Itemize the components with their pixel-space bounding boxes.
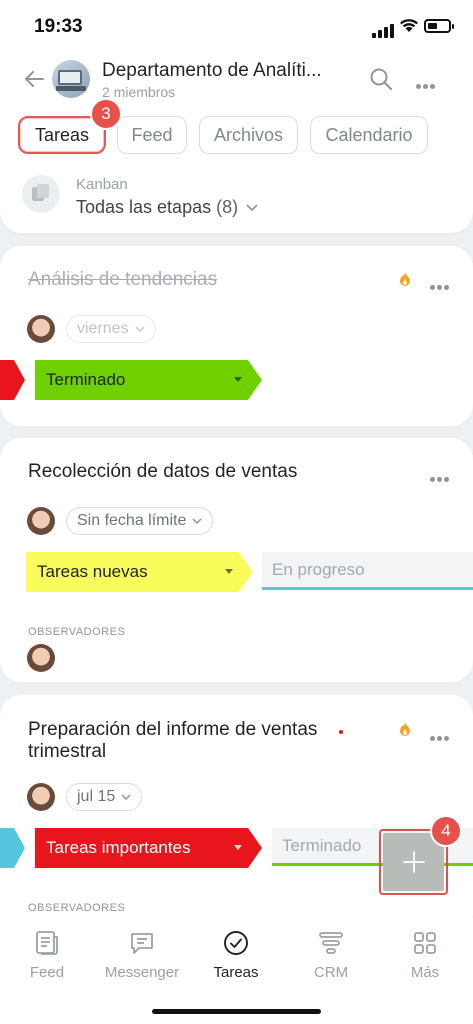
nav-crm[interactable]: CRM bbox=[284, 930, 378, 981]
nav-label: Messenger bbox=[104, 964, 180, 981]
task-title: Recolección de datos de ventas bbox=[28, 461, 298, 482]
stage-button[interactable]: Tareas nuevas bbox=[26, 552, 253, 592]
chevron-down-icon bbox=[192, 518, 202, 524]
group-avatar[interactable] bbox=[52, 60, 90, 98]
avatar[interactable] bbox=[27, 315, 55, 343]
nav-tareas[interactable]: Tareas bbox=[189, 930, 283, 981]
tab-label: Calendario bbox=[325, 124, 413, 145]
tasks-check-icon bbox=[224, 931, 248, 955]
step-badge: 4 bbox=[430, 815, 462, 847]
observer-avatar[interactable] bbox=[27, 644, 55, 672]
stage-label: Tareas nuevas bbox=[37, 562, 148, 581]
task-title: Preparación del informe de ventas trimes… bbox=[28, 719, 318, 762]
messenger-icon bbox=[131, 933, 153, 954]
status-bar: 19:33 bbox=[0, 0, 473, 52]
next-stage-label: En progreso bbox=[272, 559, 365, 579]
stage-button[interactable]: Tareas importantes bbox=[35, 828, 262, 868]
feed-icon bbox=[36, 931, 58, 955]
task-card[interactable]: Preparación del informe de ventas trimes… bbox=[0, 695, 473, 935]
tab-calendario[interactable]: Calendario bbox=[310, 116, 428, 154]
task-more-icon[interactable] bbox=[430, 728, 451, 746]
nav-messenger[interactable]: Messenger bbox=[95, 930, 189, 981]
stage-label: Tareas importantes bbox=[46, 838, 191, 857]
tab-archivos[interactable]: Archivos bbox=[199, 116, 298, 154]
stage-filter-dropdown[interactable]: Todas las etapas (8) bbox=[76, 197, 258, 218]
stage-button[interactable]: Terminado bbox=[35, 360, 262, 400]
grid-icon bbox=[414, 932, 436, 954]
task-more-icon[interactable] bbox=[430, 469, 451, 487]
task-card[interactable]: Recolección de datos de ventas Sin fecha… bbox=[0, 438, 473, 682]
plus-icon bbox=[402, 851, 425, 873]
deadline-label: viernes bbox=[77, 320, 129, 337]
deadline-pill[interactable]: viernes bbox=[66, 315, 156, 343]
crm-funnel-icon bbox=[319, 932, 343, 954]
next-stage-button[interactable]: En progreso bbox=[262, 552, 473, 590]
flame-icon bbox=[400, 272, 410, 286]
nav-label: Tareas bbox=[213, 964, 259, 981]
stage-label: Terminado bbox=[46, 370, 126, 389]
group-title[interactable]: Departamento de Analíti... bbox=[102, 60, 322, 82]
tab-label: Tareas bbox=[34, 124, 90, 145]
chevron-down-icon bbox=[246, 204, 258, 212]
deadline-pill[interactable]: Sin fecha límite bbox=[66, 507, 214, 535]
tab-feed[interactable]: Feed bbox=[117, 116, 187, 154]
stage-filter-count: (8) bbox=[216, 197, 239, 217]
chevron-down-icon bbox=[121, 794, 131, 800]
deadline-label: jul 15 bbox=[77, 788, 116, 805]
tab-label: Feed bbox=[131, 124, 173, 145]
step-badge: 3 bbox=[90, 98, 122, 130]
nav-label: Más bbox=[410, 964, 440, 981]
nav-feed[interactable]: Feed bbox=[0, 930, 94, 981]
task-title: Análisis de tendencias bbox=[28, 269, 218, 290]
status-time: 19:33 bbox=[34, 16, 83, 37]
kanban-icon bbox=[22, 175, 60, 213]
flame-icon bbox=[400, 722, 410, 736]
observers-label: OBSERVADORES bbox=[28, 902, 126, 914]
search-icon[interactable] bbox=[369, 67, 393, 96]
wifi-icon bbox=[399, 18, 419, 38]
back-arrow-icon[interactable] bbox=[24, 70, 44, 93]
previous-stage-marker[interactable] bbox=[0, 828, 25, 868]
avatar[interactable] bbox=[27, 783, 55, 811]
more-options-icon[interactable] bbox=[416, 76, 437, 94]
next-stage-label: Terminado bbox=[282, 835, 362, 855]
battery-icon bbox=[424, 19, 454, 33]
task-more-icon[interactable] bbox=[430, 277, 451, 295]
nav-mas[interactable]: Más bbox=[378, 930, 472, 981]
group-members-count: 2 miembros bbox=[102, 84, 176, 100]
cellular-signal-icon bbox=[372, 20, 396, 38]
observers-label: OBSERVADORES bbox=[28, 626, 126, 638]
deadline-pill[interactable]: jul 15 bbox=[66, 783, 143, 811]
chevron-down-icon bbox=[135, 326, 145, 332]
tab-label: Archivos bbox=[213, 124, 284, 145]
home-indicator bbox=[152, 1009, 321, 1014]
nav-label: CRM bbox=[313, 964, 349, 981]
stage-filter-label: Todas las etapas bbox=[76, 197, 212, 217]
group-header: Departamento de Analíti... 2 miembros Ta… bbox=[0, 52, 473, 233]
previous-stage-marker[interactable] bbox=[0, 360, 25, 400]
unread-dot bbox=[339, 730, 343, 734]
deadline-label: Sin fecha límite bbox=[77, 512, 187, 529]
nav-label: Feed bbox=[29, 964, 65, 981]
avatar[interactable] bbox=[27, 507, 55, 535]
task-card[interactable]: Análisis de tendencias viernes Terminado bbox=[0, 246, 473, 426]
view-mode-label: Kanban bbox=[76, 176, 128, 193]
